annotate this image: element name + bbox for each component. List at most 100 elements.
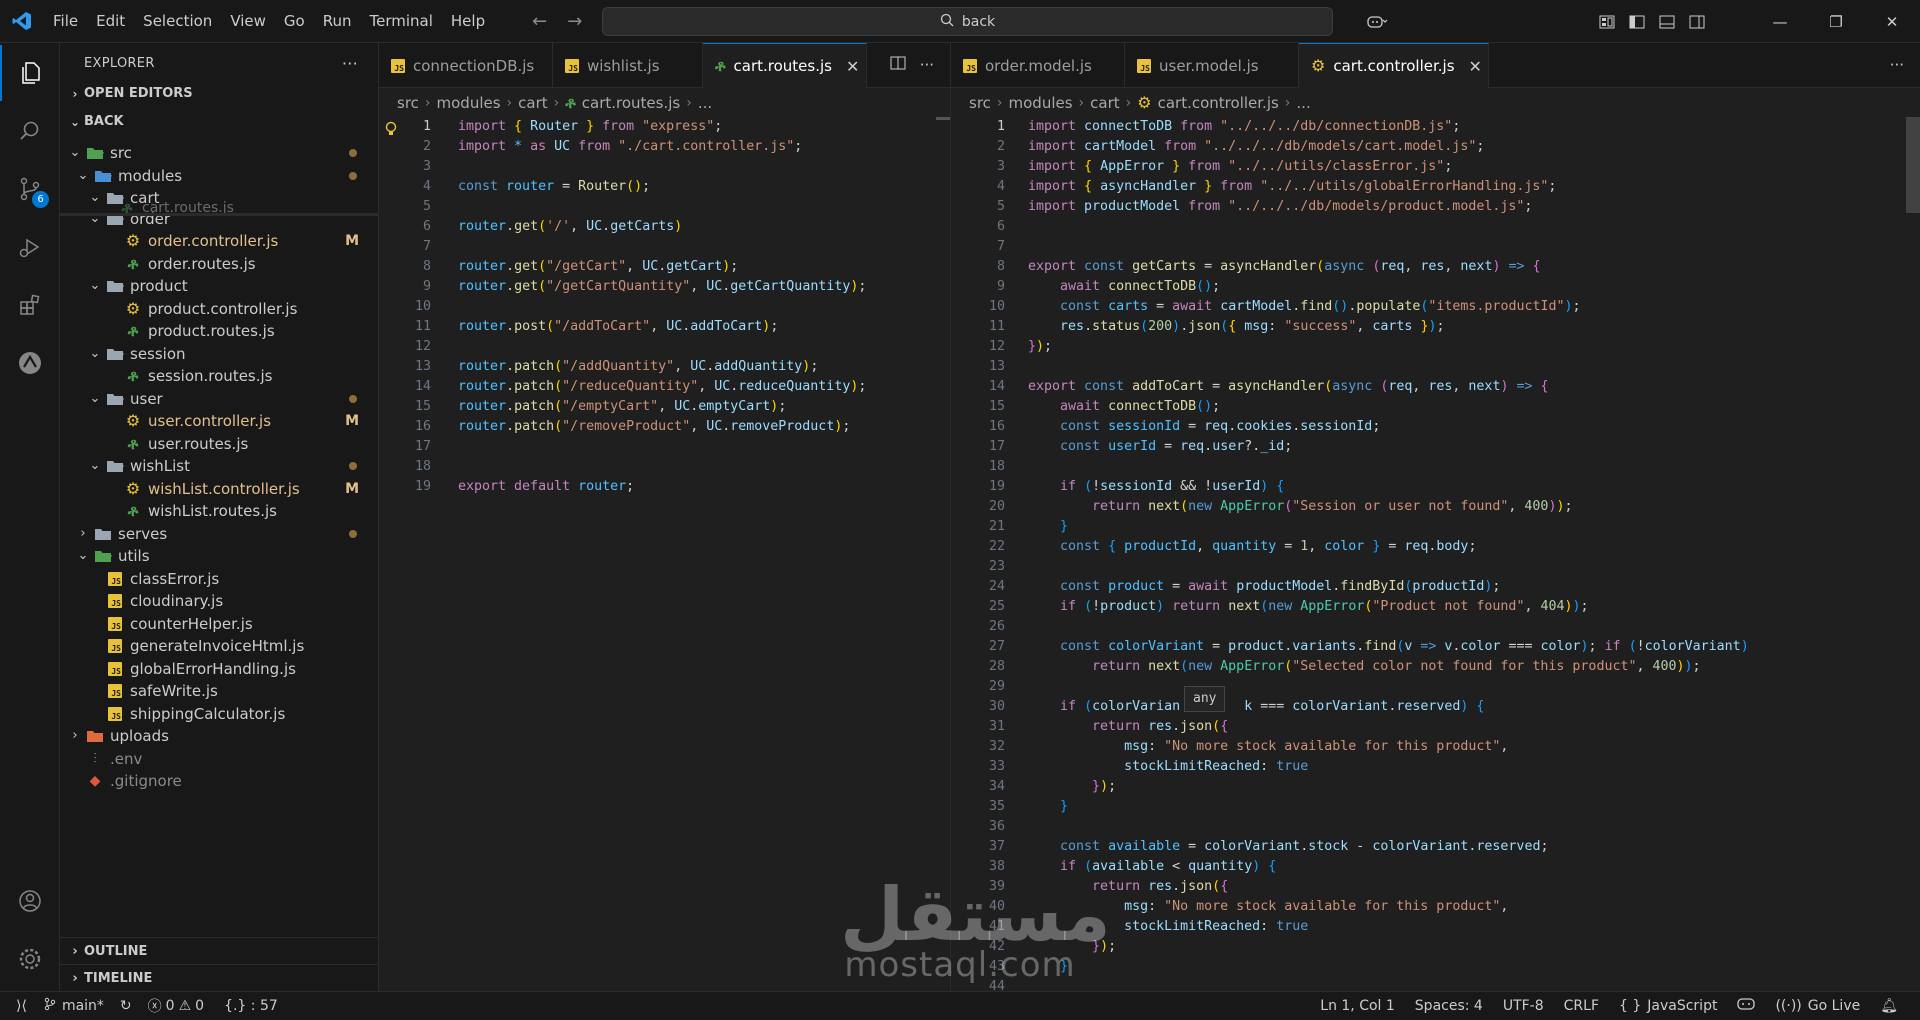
code-line: import { AppError } from "../../utils/cl…: [1028, 159, 1453, 174]
forward-arrow-icon[interactable]: →: [567, 11, 582, 32]
controller-gear-icon: ⚙: [125, 298, 141, 318]
search-icon[interactable]: [0, 103, 60, 159]
split-editor-icon[interactable]: [890, 55, 906, 75]
scrollbar[interactable]: [1906, 117, 1920, 991]
code-line: router.patch("/emptyCart", UC.emptyCart)…: [458, 399, 787, 414]
remote-indicator-icon[interactable]: ⟩⟨: [16, 998, 27, 1014]
open-editors-section[interactable]: › OPEN EDITORS: [60, 81, 378, 106]
menu-item-edit[interactable]: Edit: [87, 0, 134, 43]
close-tab-icon[interactable]: ✕: [846, 57, 859, 76]
chevron-down-icon: ⌄: [77, 548, 89, 563]
code-line: import { Router } from "express";: [458, 119, 723, 134]
line-number: 41: [988, 919, 1005, 934]
menu-item-selection[interactable]: Selection: [134, 0, 221, 43]
bracket-info[interactable]: {.} : 57: [224, 998, 278, 1014]
line-number: 14: [988, 379, 1005, 394]
cursor-position[interactable]: Ln 1, Col 1: [1320, 998, 1395, 1014]
language-mode[interactable]: { } JavaScript: [1619, 998, 1717, 1014]
breadcrumb-item[interactable]: modules: [1009, 94, 1073, 112]
line-number: 14: [414, 379, 431, 394]
settings-gear-icon[interactable]: [0, 931, 60, 987]
copilot-icon[interactable]: [1352, 7, 1402, 37]
close-icon[interactable]: ✕: [1864, 0, 1920, 43]
problems-item[interactable]: ⓧ 0 ⚠ 0: [148, 996, 204, 1016]
folder-open-icon: [104, 392, 126, 406]
line-number: 36: [988, 819, 1005, 834]
breadcrumb-item[interactable]: src: [969, 94, 991, 112]
toggle-secondary-sidebar-icon[interactable]: [1682, 7, 1712, 37]
line-number: 1: [422, 119, 431, 134]
line-number: 26: [988, 619, 1005, 634]
line-number: 28: [988, 659, 1005, 674]
type-hover-tooltip: any: [1184, 686, 1226, 712]
copilot-status-icon[interactable]: [1737, 997, 1756, 1015]
explorer-icon[interactable]: [0, 45, 60, 101]
accounts-icon[interactable]: [0, 873, 60, 929]
code-line: }: [1060, 799, 1069, 814]
remote-explorer-icon[interactable]: [0, 335, 60, 391]
chevron-down-icon: ⌄: [69, 114, 81, 129]
code-line: const colorVariant = product.variants.fi…: [1060, 639, 1749, 654]
error-icon: ⓧ: [147, 999, 162, 1015]
indentation[interactable]: Spaces: 4: [1415, 998, 1483, 1014]
line-number: 19: [414, 479, 431, 494]
js-file-icon: JS: [104, 571, 126, 586]
code-line: return res.json({: [1092, 719, 1229, 734]
source-control-icon[interactable]: 6: [0, 161, 60, 217]
line-number: 8: [996, 259, 1005, 274]
tab-cart-routes-js[interactable]: ቶ cart.routes.js ✕: [703, 43, 867, 88]
breadcrumb-item[interactable]: src: [397, 94, 419, 112]
restore-icon[interactable]: ❐: [1808, 0, 1864, 43]
change-dot-icon: [349, 461, 357, 470]
outline-section[interactable]: › OUTLINE: [60, 937, 378, 964]
menu-item-go[interactable]: Go: [275, 0, 314, 43]
close-tab-icon[interactable]: ✕: [1469, 57, 1482, 76]
end-of-line[interactable]: CRLF: [1564, 998, 1599, 1014]
tab-label: wishlist.js: [587, 56, 660, 75]
breadcrumb-item[interactable]: cart.controller.js: [1158, 94, 1279, 112]
breadcrumb-item[interactable]: ...: [1296, 94, 1310, 112]
breadcrumb-item[interactable]: cart: [518, 94, 548, 112]
line-number: 10: [414, 299, 431, 314]
menu-item-file[interactable]: File: [44, 0, 87, 43]
back-arrow-icon[interactable]: ←: [532, 11, 547, 32]
menu-item-terminal[interactable]: Terminal: [361, 0, 442, 43]
modified-indicator: M: [345, 412, 359, 429]
toggle-panel-icon[interactable]: [1652, 7, 1682, 37]
more-actions-icon[interactable]: ···: [342, 54, 358, 73]
menu-item-run[interactable]: Run: [314, 0, 361, 43]
line-number: 22: [988, 539, 1005, 554]
timeline-section[interactable]: › TIMELINE: [60, 964, 378, 991]
sync-icon[interactable]: ↻: [120, 998, 132, 1014]
menu-item-help[interactable]: Help: [442, 0, 494, 43]
toggle-primary-sidebar-icon[interactable]: [1622, 7, 1652, 37]
tree-item--gitignore[interactable]: ◆ .gitignore: [60, 767, 378, 794]
menu-item-view[interactable]: View: [221, 0, 275, 43]
minimize-icon[interactable]: —: [1752, 0, 1808, 43]
workspace-section[interactable]: ⌄ BACK: [60, 109, 378, 134]
tab-wishlist-js[interactable]: JS wishlist.js: [553, 43, 703, 88]
go-live-button[interactable]: ((·)) Go Live: [1775, 998, 1860, 1014]
scrollbar[interactable]: [936, 117, 950, 991]
encoding[interactable]: UTF-8: [1503, 998, 1544, 1014]
status-bar: ⟩⟨ main* ↻ ⓧ 0 ⚠ 0 {.} : 57 Ln 1, Col 1 …: [0, 991, 1920, 1020]
code-line: await connectToDB();: [1060, 399, 1221, 414]
branch-item[interactable]: main*: [43, 997, 104, 1015]
customize-layout-icon[interactable]: [1592, 7, 1622, 37]
chevron-right-icon: ›: [72, 728, 78, 743]
breadcrumb-item[interactable]: cart: [1090, 94, 1120, 112]
tab-order-model-js[interactable]: JS order.model.js: [951, 43, 1125, 88]
run-debug-icon[interactable]: [0, 219, 60, 275]
tab-cart-controller-js[interactable]: ⚙ cart.controller.js ✕: [1299, 43, 1489, 88]
more-actions-icon[interactable]: ···: [920, 56, 934, 74]
breadcrumb-item[interactable]: ...: [698, 94, 712, 112]
tab-user-model-js[interactable]: JS user.model.js: [1125, 43, 1299, 88]
notifications-bell-icon[interactable]: 🔔︎: [1880, 998, 1898, 1014]
breadcrumb-item[interactable]: modules: [437, 94, 501, 112]
extensions-icon[interactable]: [0, 277, 60, 333]
command-center-search[interactable]: back: [602, 7, 1333, 36]
more-actions-icon[interactable]: ···: [1890, 56, 1904, 74]
tab-connectiondb-js[interactable]: JS connectionDB.js: [379, 43, 553, 88]
line-number: 43: [988, 959, 1005, 974]
breadcrumb-item[interactable]: cart.routes.js: [582, 94, 680, 112]
